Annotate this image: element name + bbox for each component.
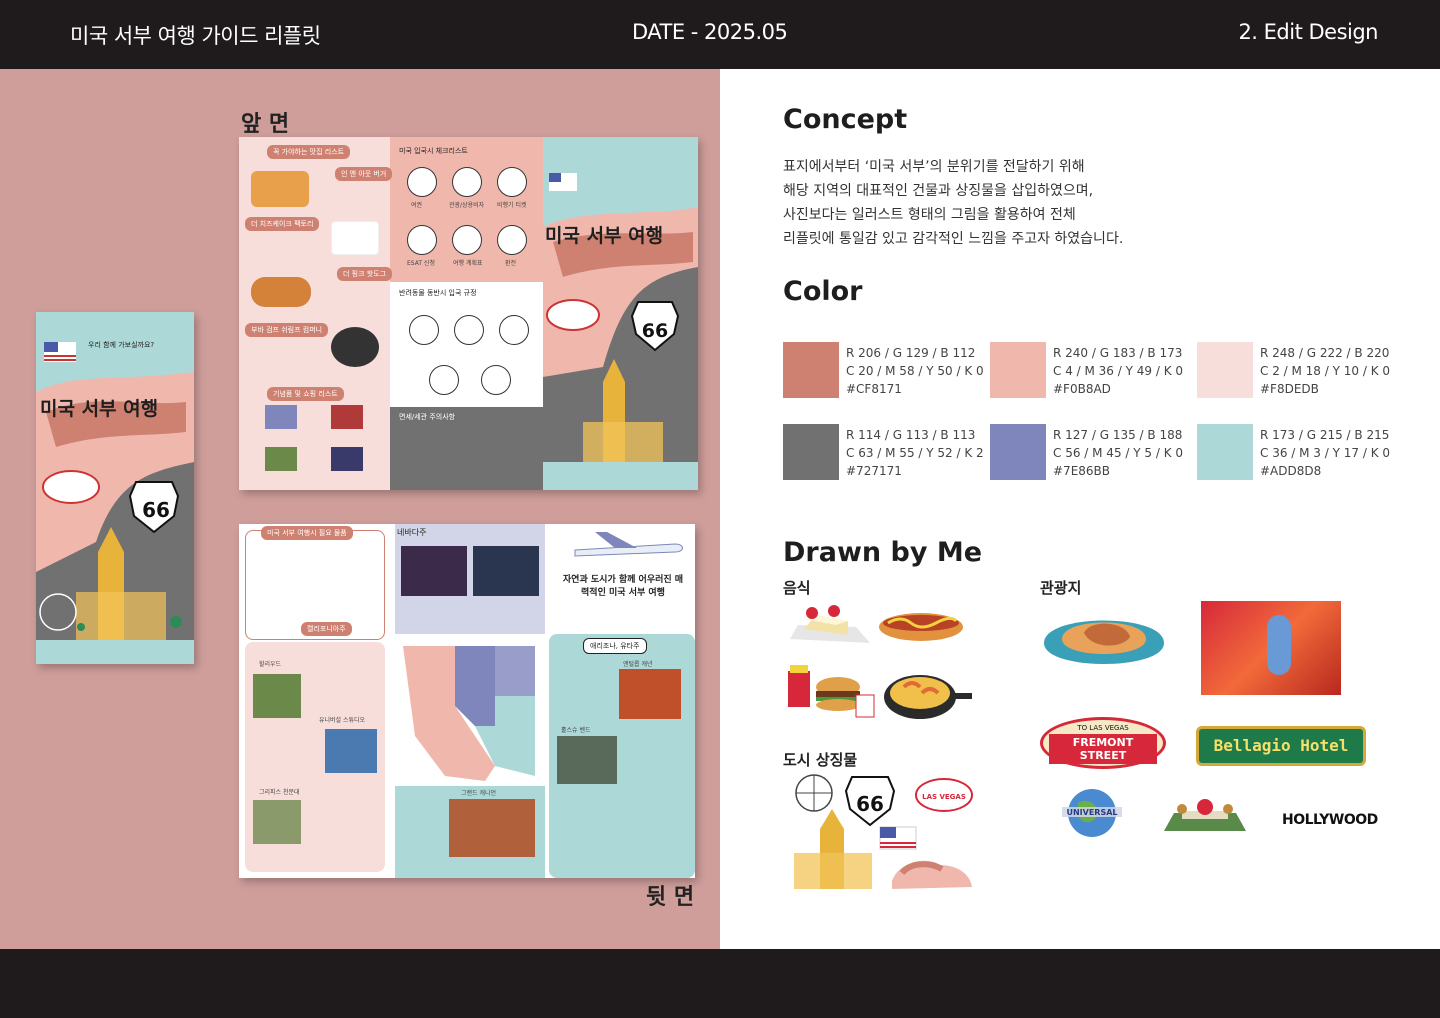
front-open-leaflet: 66 미국 서부 여행 꼭 가야하는 맛집 리스트 인 앤 아웃 버거 더 치즈… xyxy=(239,137,698,490)
burger-meal-icon xyxy=(788,665,875,718)
svg-text:66: 66 xyxy=(642,320,668,342)
front-label: 앞 면 xyxy=(241,112,290,137)
svg-text:66: 66 xyxy=(142,498,170,522)
california-heading: 캘리포니아주 xyxy=(301,622,352,636)
drawn-heading: Drawn by Me xyxy=(783,537,983,568)
top-bar: 미국 서부 여행 가이드 리플릿 DATE - 2025.05 2. Edit … xyxy=(0,0,1440,69)
horseshoe-photo xyxy=(557,736,617,784)
document-icon xyxy=(499,315,529,345)
arizona-heading: 애리조나, 유타주 xyxy=(583,638,647,654)
cheesecake-illustration xyxy=(331,221,379,255)
esta-icon xyxy=(407,225,437,255)
cover-tagline: 우리 함께 가보실까요? xyxy=(88,341,155,349)
fremont-street-sign: TO LAS VEGAS FREMONT STREET xyxy=(1040,717,1166,769)
horseshoe-bend-icon xyxy=(1044,620,1164,664)
antelope-photo xyxy=(619,669,681,719)
cover-title: 미국 서부 여행 xyxy=(40,398,159,420)
shrimp-skillet-icon xyxy=(884,675,972,719)
paw-icon xyxy=(409,315,439,345)
back-open-leaflet: 미국 서부 여행시 필요 물품 캘리포니아주 할리우드 유니버설 스튜디오 그리… xyxy=(239,524,695,878)
plan-icon xyxy=(452,225,482,255)
burger-illustration xyxy=(251,171,309,207)
vaccine-icon xyxy=(429,365,459,395)
concept-heading: Concept xyxy=(783,104,908,135)
visa-icon xyxy=(452,167,482,197)
microchip-icon xyxy=(454,315,484,345)
swatch-1 xyxy=(783,342,839,398)
svg-text:66: 66 xyxy=(856,792,884,816)
svg-text:UNIVERSAL: UNIVERSAL xyxy=(1066,808,1117,817)
hollywood-sign: HOLLYWOOD xyxy=(1282,812,1378,828)
west-map xyxy=(403,646,535,781)
hotdog-icon xyxy=(879,613,963,641)
checklist-heading: 미국 입국시 체크리스트 xyxy=(399,147,468,155)
passport-icon xyxy=(407,167,437,197)
universal-photo xyxy=(325,729,377,773)
hotdog-illustration xyxy=(251,277,311,307)
project-date: DATE - 2025.05 xyxy=(632,20,788,44)
city-symbol-label: 도시 상징물 xyxy=(783,751,858,769)
antelope-canyon-icon xyxy=(1201,601,1341,695)
project-step: 2. Edit Design xyxy=(1238,20,1378,44)
universal-globe-icon: UNIVERSAL xyxy=(1062,789,1122,837)
griffith-photo xyxy=(253,800,301,844)
landmark-label: 관광지 xyxy=(1040,579,1082,597)
cheesecake-icon xyxy=(790,605,870,643)
pet-passport-icon xyxy=(481,365,511,395)
front-cover-title: 미국 서부 여행 xyxy=(545,225,664,247)
back-label: 뒷 면 xyxy=(646,885,695,910)
front-panel-cover: 66 미국 서부 여행 xyxy=(543,137,698,490)
nevada-heading: 네바다주 xyxy=(397,528,427,537)
food-label: 음식 xyxy=(783,579,811,597)
grand-canyon-photo xyxy=(449,799,535,857)
svg-text:LAS VEGAS: LAS VEGAS xyxy=(922,793,966,801)
concept-body: 표지에서부터 ‘미국 서부’의 분위기를 전달하기 위해 해당 지역의 대표적인… xyxy=(783,159,1124,247)
vegas-photo-1 xyxy=(401,546,467,596)
city-symbols-collage: 66 LAS VEGAS xyxy=(794,774,973,889)
airplane-illustration xyxy=(574,532,683,557)
project-title: 미국 서부 여행 가이드 리플릿 xyxy=(70,24,321,48)
swatch-2 xyxy=(990,342,1046,398)
restaurant-1: 인 앤 아웃 버거 xyxy=(335,167,393,181)
bottom-bar xyxy=(0,949,1440,1018)
duty-free-heading: 면세/세관 주의사항 xyxy=(399,413,456,421)
souvenir-heading: 기념품 및 쇼핑 리스트 xyxy=(267,387,344,401)
pet-rules-heading: 반려동물 동반시 입국 규정 xyxy=(399,289,477,297)
restaurant-3: 더 핑크 핫도그 xyxy=(337,267,393,281)
vegas-photo-2 xyxy=(473,546,539,596)
folded-leaflet-cover: 66 미국 서부 여행 우리 함께 가보실까요? xyxy=(36,312,194,664)
swatch-3 xyxy=(1197,342,1253,398)
hollywood-photo xyxy=(253,674,301,718)
design-notes-panel: Concept 표지에서부터 ‘미국 서부’의 분위기를 전달하기 위해 해당 … xyxy=(720,69,1440,949)
shrimp-illustration xyxy=(331,327,379,367)
mockup-panel: 앞 면 뒷 면 66 미국 서부 여행 우리 함께 가보실까요? 66 미국 서… xyxy=(0,69,720,949)
ticket-icon xyxy=(497,167,527,197)
swatch-5 xyxy=(990,424,1046,480)
observatory-icon xyxy=(1164,799,1246,831)
food-list-heading: 꼭 가야하는 맛집 리스트 xyxy=(267,145,351,159)
swatch-4 xyxy=(783,424,839,480)
cover-illustration: 66 xyxy=(36,312,194,664)
back-headline: 자연과 도시가 함께 어우러진 매력적인 미국 서부 여행 xyxy=(562,575,684,598)
swatch-6 xyxy=(1197,424,1253,480)
exchange-icon xyxy=(497,225,527,255)
color-heading: Color xyxy=(783,276,863,307)
restaurant-2: 더 치즈케이크 팩토리 xyxy=(245,217,320,231)
restaurant-4: 부바 검프 쉬림프 컴퍼니 xyxy=(245,323,329,337)
bellagio-hotel-sign: Bellagio Hotel xyxy=(1196,726,1366,766)
packing-heading: 미국 서부 여행시 필요 물품 xyxy=(261,526,353,540)
